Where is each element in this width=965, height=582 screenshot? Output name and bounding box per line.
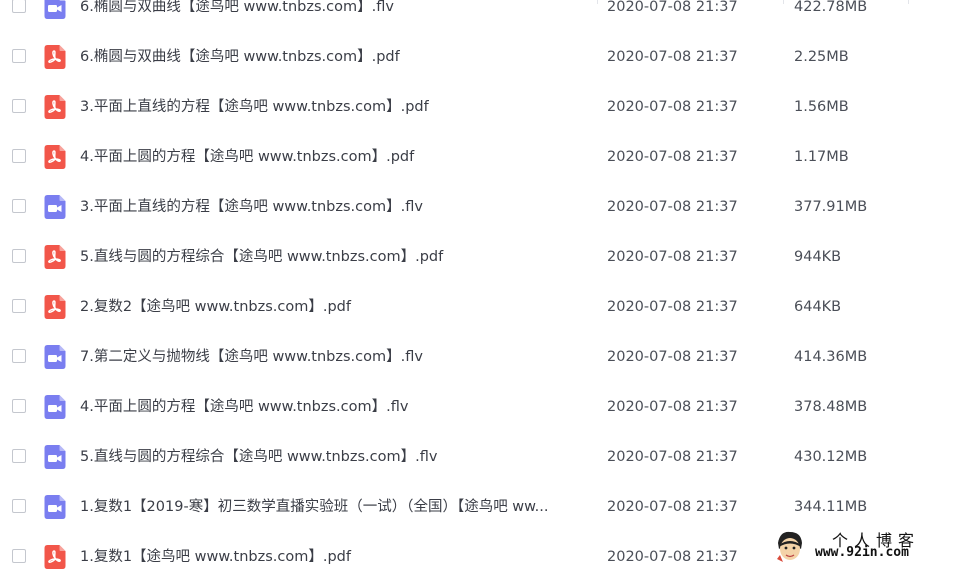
file-checkbox[interactable]: [12, 299, 26, 313]
file-name[interactable]: 5.直线与圆的方程综合【途鸟吧 www.tnbzs.com】.flv: [80, 447, 580, 467]
watermark-url: www.92in.com: [815, 545, 909, 560]
file-name[interactable]: 1.复数1【2019-寒】初三数学直播实验班（一试）（全国）【途鸟吧 ww...: [80, 497, 580, 517]
file-name[interactable]: 6.椭圆与双曲线【途鸟吧 www.tnbzs.com】.flv: [80, 0, 580, 17]
pdf-file-icon: [43, 45, 67, 69]
video-file-icon: [43, 495, 67, 519]
file-name[interactable]: 4.平面上圆的方程【途鸟吧 www.tnbzs.com】.flv: [80, 397, 580, 417]
watermark-avatar-icon: [777, 531, 802, 562]
file-size: 378.48MB: [794, 399, 868, 415]
video-file-icon: [43, 0, 67, 19]
file-date: 2020-07-08 21:37: [607, 149, 738, 165]
video-file-icon: [43, 195, 67, 219]
column-divider: [783, 0, 784, 4]
file-checkbox[interactable]: [12, 449, 26, 463]
file-row[interactable]: 3.平面上直线的方程【途鸟吧 www.tnbzs.com】.flv 2020-07…: [0, 182, 965, 232]
video-file-icon: [43, 445, 67, 469]
file-date: 2020-07-08 21:37: [607, 499, 738, 515]
file-checkbox[interactable]: [12, 49, 26, 63]
file-name[interactable]: 5.直线与圆的方程综合【途鸟吧 www.tnbzs.com】.pdf: [80, 247, 580, 267]
file-checkbox[interactable]: [12, 349, 26, 363]
pdf-file-icon: [43, 295, 67, 319]
file-size: 944KB: [794, 249, 842, 265]
file-row[interactable]: 4.平面上圆的方程【途鸟吧 www.tnbzs.com】.flv 2020-07-…: [0, 382, 965, 432]
file-size: 430.12MB: [794, 449, 868, 465]
file-size: 2.25MB: [794, 49, 849, 65]
file-checkbox[interactable]: [12, 249, 26, 263]
file-name[interactable]: 3.平面上直线的方程【途鸟吧 www.tnbzs.com】.flv: [80, 197, 580, 217]
file-row[interactable]: 6.椭圆与双曲线【途鸟吧 www.tnbzs.com】.pdf 2020-07-0…: [0, 32, 965, 82]
file-date: 2020-07-08 21:37: [607, 0, 738, 15]
file-name[interactable]: 4.平面上圆的方程【途鸟吧 www.tnbzs.com】.pdf: [80, 147, 580, 167]
file-name[interactable]: 1.复数1【途鸟吧 www.tnbzs.com】.pdf: [80, 547, 580, 567]
file-date: 2020-07-08 21:37: [607, 299, 738, 315]
pdf-file-icon: [43, 545, 67, 569]
file-checkbox[interactable]: [12, 149, 26, 163]
file-row[interactable]: 4.平面上圆的方程【途鸟吧 www.tnbzs.com】.pdf 2020-07-…: [0, 132, 965, 182]
file-row[interactable]: 2.复数2【途鸟吧 www.tnbzs.com】.pdf 2020-07-08 2…: [0, 282, 965, 332]
file-name[interactable]: 2.复数2【途鸟吧 www.tnbzs.com】.pdf: [80, 297, 580, 317]
pdf-file-icon: [43, 145, 67, 169]
file-date: 2020-07-08 21:37: [607, 249, 738, 265]
file-name[interactable]: 3.平面上直线的方程【途鸟吧 www.tnbzs.com】.pdf: [80, 97, 580, 117]
video-file-icon: [43, 395, 67, 419]
video-file-icon: [43, 345, 67, 369]
file-date: 2020-07-08 21:37: [607, 449, 738, 465]
file-checkbox[interactable]: [12, 549, 26, 563]
file-size: 344.11MB: [794, 499, 868, 515]
file-size: 644KB: [794, 299, 842, 315]
file-date: 2020-07-08 21:37: [607, 199, 738, 215]
file-size: 414.36MB: [794, 349, 868, 365]
watermark: 个人博客 www.92in.com: [770, 525, 965, 566]
file-date: 2020-07-08 21:37: [607, 549, 738, 565]
file-date: 2020-07-08 21:37: [607, 399, 738, 415]
file-checkbox[interactable]: [12, 99, 26, 113]
file-size: 377.91MB: [794, 199, 868, 215]
file-row[interactable]: 5.直线与圆的方程综合【途鸟吧 www.tnbzs.com】.flv 2020-0…: [0, 432, 965, 482]
file-size: 1.56MB: [794, 99, 849, 115]
file-date: 2020-07-08 21:37: [607, 99, 738, 115]
file-name[interactable]: 7.第二定义与抛物线【途鸟吧 www.tnbzs.com】.flv: [80, 347, 580, 367]
file-row[interactable]: 7.第二定义与抛物线【途鸟吧 www.tnbzs.com】.flv 2020-07…: [0, 332, 965, 382]
file-row[interactable]: 6.椭圆与双曲线【途鸟吧 www.tnbzs.com】.flv 2020-07-0…: [0, 0, 965, 32]
pdf-file-icon: [43, 95, 67, 119]
file-size: 422.78MB: [794, 0, 868, 15]
pdf-file-icon: [43, 245, 67, 269]
file-checkbox[interactable]: [12, 499, 26, 513]
file-size: 1.17MB: [794, 149, 849, 165]
column-divider: [908, 0, 909, 4]
file-row[interactable]: 5.直线与圆的方程综合【途鸟吧 www.tnbzs.com】.pdf 2020-0…: [0, 232, 965, 282]
column-divider: [597, 0, 598, 4]
file-date: 2020-07-08 21:37: [607, 49, 738, 65]
file-list: 6.椭圆与双曲线【途鸟吧 www.tnbzs.com】.flv 2020-07-0…: [0, 0, 965, 582]
file-checkbox[interactable]: [12, 399, 26, 413]
file-row[interactable]: 3.平面上直线的方程【途鸟吧 www.tnbzs.com】.pdf 2020-07…: [0, 82, 965, 132]
file-date: 2020-07-08 21:37: [607, 349, 738, 365]
file-checkbox[interactable]: [12, 0, 26, 13]
file-checkbox[interactable]: [12, 199, 26, 213]
file-name[interactable]: 6.椭圆与双曲线【途鸟吧 www.tnbzs.com】.pdf: [80, 47, 580, 67]
